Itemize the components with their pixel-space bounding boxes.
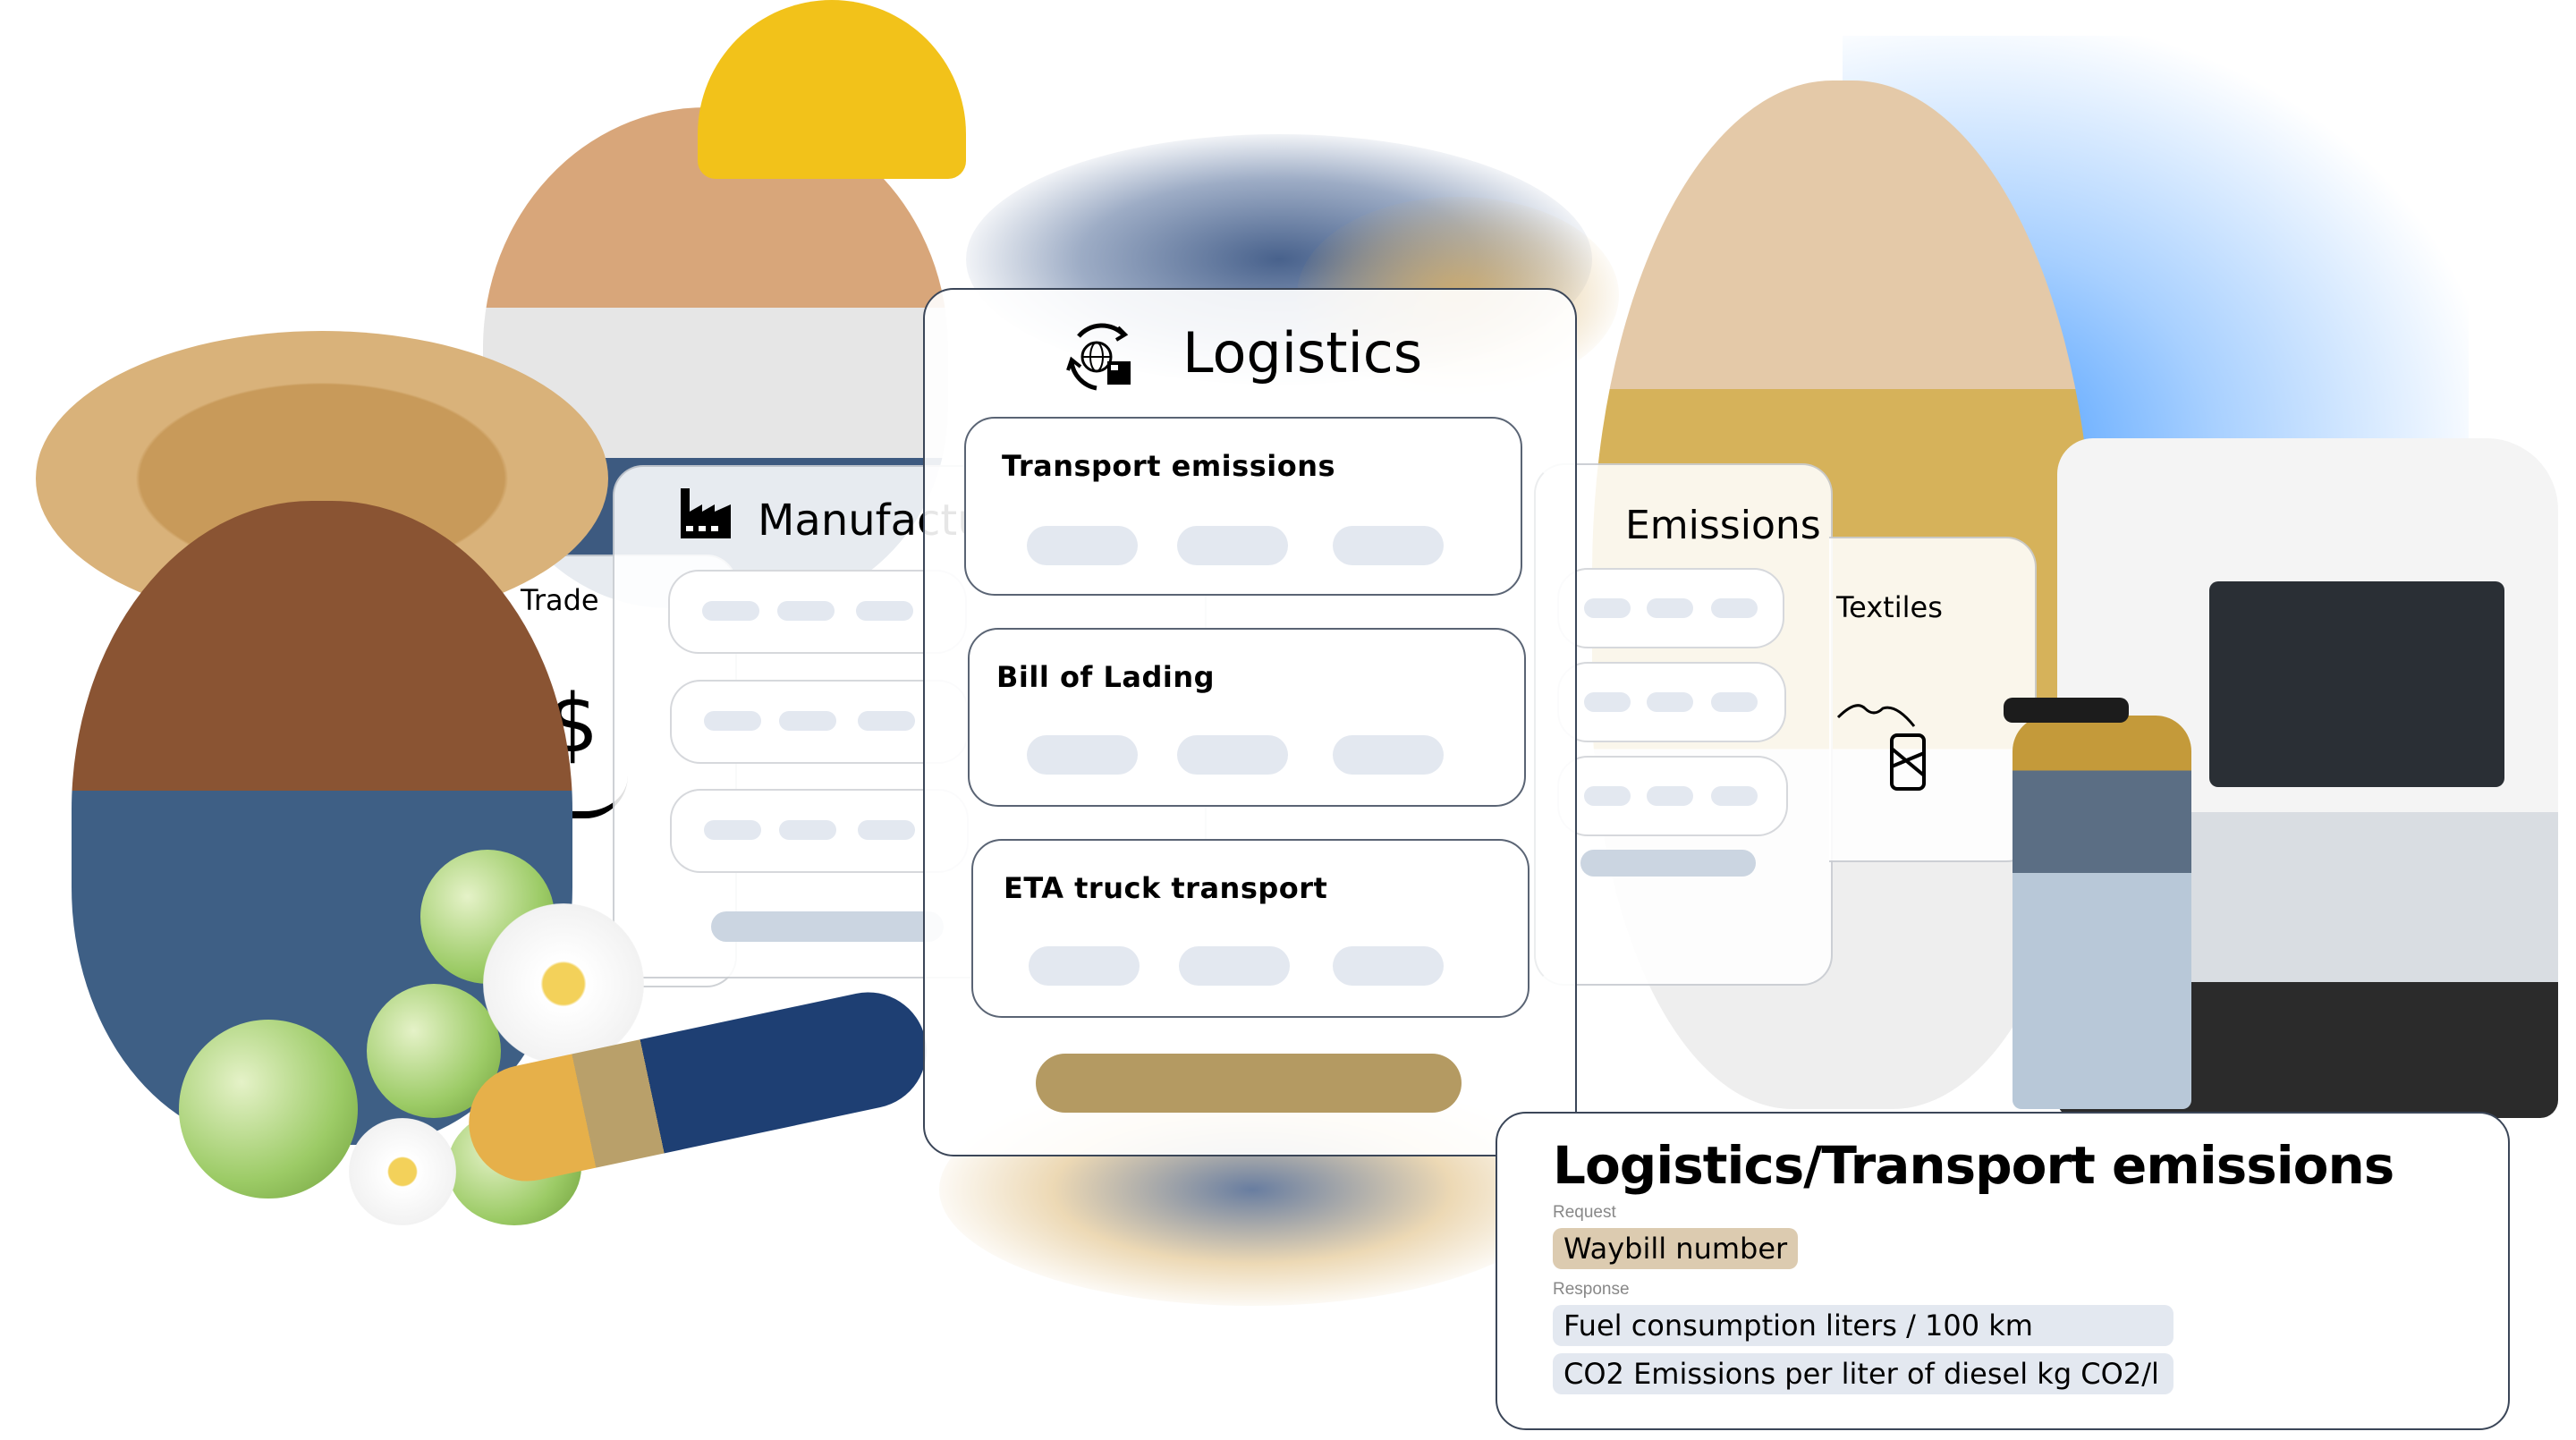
emissions-row-2[interactable] (1557, 662, 1786, 742)
emissions-card-title: Emissions (1625, 503, 1821, 548)
truck-window (2209, 581, 2504, 787)
trade-card-title: Trade (521, 583, 599, 617)
placeholder-pill (1584, 692, 1631, 712)
emissions-card[interactable]: Emissions (1534, 463, 1833, 986)
item-label: ETA truck transport (1004, 871, 1328, 905)
item-label: Transport emissions (1002, 449, 1336, 483)
placeholder-pill (1647, 692, 1693, 712)
emissions-row-1[interactable] (1557, 568, 1784, 648)
tshirt-spool-icon (1836, 704, 1926, 791)
response-label: Response (1553, 1280, 1630, 1299)
bottle-pump-illustration (2004, 698, 2129, 723)
placeholder-pill (779, 711, 836, 731)
response-field-co2-per-liter[interactable]: CO2 Emissions per liter of diesel kg CO2… (1553, 1353, 2174, 1394)
placeholder-pill (1177, 526, 1288, 565)
placeholder-pill (858, 711, 915, 731)
manufacturing-row-1[interactable] (668, 570, 967, 654)
placeholder-pill (1027, 735, 1138, 775)
apple-illustration (179, 1020, 358, 1199)
bottle-illustration (2012, 716, 2191, 1109)
placeholder-pill (1333, 735, 1444, 775)
placeholder-pill (704, 711, 761, 731)
logistics-card[interactable]: Logistics Transport emissions Bill of La… (923, 288, 1577, 1156)
request-label: Request (1553, 1203, 1616, 1222)
placeholder-pill (1647, 786, 1693, 806)
factory-icon (681, 488, 731, 538)
logistics-item-bill-of-lading[interactable]: Bill of Lading (968, 628, 1526, 807)
placeholder-pill (1027, 526, 1138, 565)
placeholder-pill (1584, 598, 1631, 618)
logistics-item-eta-truck-transport[interactable]: ETA truck transport (971, 839, 1530, 1018)
manufacturing-action-bar[interactable] (711, 911, 944, 942)
emissions-action-bar[interactable] (1580, 850, 1756, 877)
placeholder-pill (856, 601, 913, 621)
placeholder-pill (702, 601, 759, 621)
flower-illustration (483, 903, 644, 1064)
response-field-fuel-consumption[interactable]: Fuel consumption liters / 100 km (1553, 1305, 2174, 1346)
placeholder-pill (1711, 786, 1758, 806)
placeholder-pill (1647, 598, 1693, 618)
placeholder-pill (1177, 735, 1288, 775)
placeholder-pill (1179, 946, 1290, 986)
emissions-row-3[interactable] (1557, 756, 1788, 836)
placeholder-pill (779, 820, 836, 840)
logistics-item-transport-emissions[interactable]: Transport emissions (964, 417, 1522, 596)
placeholder-pill (777, 601, 835, 621)
hardhat-illustration (698, 0, 966, 179)
globe-box-cycle-icon (1066, 323, 1131, 391)
placeholder-pill (1711, 692, 1758, 712)
placeholder-pill (858, 820, 915, 840)
detail-panel: Logistics/Transport emissions Request Wa… (1496, 1112, 2510, 1430)
placeholder-pill (1333, 946, 1444, 986)
placeholder-pill (704, 820, 761, 840)
item-label: Bill of Lading (996, 660, 1216, 694)
logistics-action-button[interactable] (1036, 1054, 1462, 1113)
textiles-card-title: Textiles (1836, 590, 1943, 624)
request-field-waybill-number[interactable]: Waybill number (1553, 1228, 1799, 1269)
placeholder-pill (1711, 598, 1758, 618)
placeholder-pill (1333, 526, 1444, 565)
placeholder-pill (1584, 786, 1631, 806)
flower-illustration (349, 1118, 456, 1225)
detail-title: Logistics/Transport emissions (1553, 1135, 2394, 1196)
placeholder-pill (1029, 946, 1140, 986)
logistics-card-title: Logistics (1182, 320, 1423, 385)
